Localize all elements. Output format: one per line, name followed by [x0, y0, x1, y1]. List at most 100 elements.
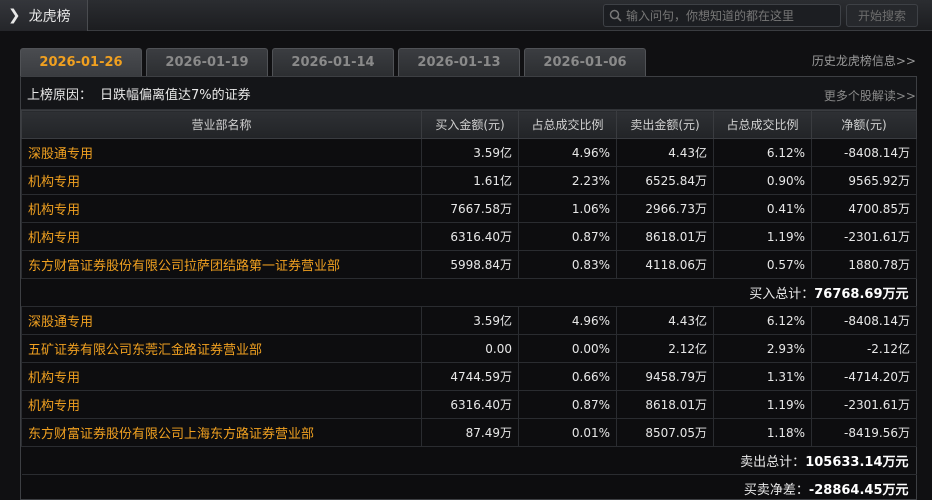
branch-name[interactable]: 深股通专用: [21, 306, 422, 335]
cell: 6525.84万: [616, 166, 714, 195]
cell: 3.59亿: [421, 306, 519, 335]
cell: 0.87%: [518, 390, 617, 419]
cell: 1880.78万: [811, 250, 917, 279]
branch-name[interactable]: 机构专用: [21, 390, 422, 419]
cell: -8419.56万: [811, 418, 917, 447]
cell: 1.19%: [713, 222, 812, 251]
cell: 8507.05万: [616, 418, 714, 447]
cell: -8408.14万: [811, 138, 917, 167]
chevron-right-icon: ❯: [8, 6, 21, 24]
cell: 4118.06万: [616, 250, 714, 279]
search-icon: [604, 5, 626, 26]
cell: 0.00%: [518, 334, 617, 363]
reason-label: 上榜原因：: [27, 87, 93, 103]
tab-date-4[interactable]: 2026-01-06: [524, 48, 646, 76]
search-box: [603, 4, 841, 27]
branch-name[interactable]: 东方财富证券股份有限公司上海东方路证券营业部: [21, 418, 422, 447]
col-header: 净额(元): [811, 110, 917, 139]
table-row: 机构专用 6316.40万 0.87% 8618.01万 1.19% -2301…: [21, 222, 917, 251]
buy-total: 买入总计：76768.69万元: [21, 278, 917, 307]
cell: 8618.01万: [616, 222, 714, 251]
net-total-row: 买卖净差：-28864.45万元: [21, 474, 917, 500]
cell: 2.12亿: [616, 334, 714, 363]
cell: 6316.40万: [421, 222, 519, 251]
cell: -2301.61万: [811, 390, 917, 419]
title-tab[interactable]: ❯ 龙虎榜: [0, 0, 88, 31]
more-analysis-link[interactable]: 更多个股解读>>: [824, 87, 916, 104]
top-bar: ❯ 龙虎榜 开始搜索: [0, 0, 932, 31]
branch-name[interactable]: 机构专用: [21, 362, 422, 391]
branch-name[interactable]: 东方财富证券股份有限公司拉萨团结路第一证券营业部: [21, 250, 422, 279]
cell: 9565.92万: [811, 166, 917, 195]
net-total-label: 买卖净差：: [743, 483, 809, 498]
cell: 2966.73万: [616, 194, 714, 223]
table-row: 机构专用 6316.40万 0.87% 8618.01万 1.19% -2301…: [21, 390, 917, 419]
tab-date-0[interactable]: 2026-01-26: [20, 48, 142, 76]
table-row: 机构专用 1.61亿 2.23% 6525.84万 0.90% 9565.92万: [21, 166, 917, 195]
col-header: 营业部名称: [21, 110, 422, 139]
cell: 1.06%: [518, 194, 617, 223]
branch-name[interactable]: 机构专用: [21, 194, 422, 223]
search-button[interactable]: 开始搜索: [846, 4, 918, 27]
page-title: 龙虎榜: [28, 8, 71, 25]
cell: 1.31%: [713, 362, 812, 391]
cell: 4.96%: [518, 306, 617, 335]
search-input[interactable]: [626, 8, 836, 23]
branch-name[interactable]: 五矿证券有限公司东莞汇金路证券营业部: [21, 334, 422, 363]
net-total: 买卖净差：-28864.45万元: [21, 474, 917, 500]
cell: 0.01%: [518, 418, 617, 447]
tab-date-3[interactable]: 2026-01-13: [398, 48, 520, 76]
history-link[interactable]: 历史龙虎榜信息>>: [812, 52, 916, 69]
cell: 1.18%: [713, 418, 812, 447]
col-header: 买入金额(元): [421, 110, 519, 139]
buy-total-value: 76768.69万元: [814, 287, 909, 302]
table-row: 五矿证券有限公司东莞汇金路证券营业部 0.00 0.00% 2.12亿 2.93…: [21, 334, 917, 363]
col-header: 占总成交比例: [518, 110, 617, 139]
rank-table: 营业部名称 买入金额(元) 占总成交比例 卖出金额(元) 占总成交比例 净额(元…: [21, 110, 917, 500]
buy-total-label: 买入总计：: [749, 287, 815, 302]
sell-total-value: 105633.14万元: [805, 455, 909, 470]
cell: 6316.40万: [421, 390, 519, 419]
col-header: 卖出金额(元): [616, 110, 714, 139]
branch-name[interactable]: 机构专用: [21, 166, 422, 195]
cell: 4.43亿: [616, 306, 714, 335]
col-header: 占总成交比例: [713, 110, 812, 139]
cell: -8408.14万: [811, 306, 917, 335]
cell: 2.93%: [713, 334, 812, 363]
cell: 4.43亿: [616, 138, 714, 167]
table-row: 东方财富证券股份有限公司上海东方路证券营业部 87.49万 0.01% 8507…: [21, 418, 917, 447]
net-total-value: -28864.45万元: [808, 483, 909, 498]
table-header: 营业部名称 买入金额(元) 占总成交比例 卖出金额(元) 占总成交比例 净额(元…: [21, 110, 917, 139]
table-row: 东方财富证券股份有限公司拉萨团结路第一证券营业部 5998.84万 0.83% …: [21, 250, 917, 279]
branch-name[interactable]: 机构专用: [21, 222, 422, 251]
cell: 1.19%: [713, 390, 812, 419]
cell: 0.83%: [518, 250, 617, 279]
cell: 0.66%: [518, 362, 617, 391]
buy-total-row: 买入总计：76768.69万元: [21, 278, 917, 307]
cell: 5998.84万: [421, 250, 519, 279]
cell: 4.96%: [518, 138, 617, 167]
cell: 2.23%: [518, 166, 617, 195]
sell-total-row: 卖出总计：105633.14万元: [21, 446, 917, 475]
cell: 87.49万: [421, 418, 519, 447]
cell: 1.61亿: [421, 166, 519, 195]
tab-date-1[interactable]: 2026-01-19: [146, 48, 268, 76]
cell: 4744.59万: [421, 362, 519, 391]
cell: -2301.61万: [811, 222, 917, 251]
cell: 4700.85万: [811, 194, 917, 223]
cell: 6.12%: [713, 306, 812, 335]
reason-value: 日跌幅偏离值达7%的证券: [100, 87, 251, 103]
cell: 9458.79万: [616, 362, 714, 391]
cell: 0.90%: [713, 166, 812, 195]
branch-name[interactable]: 深股通专用: [21, 138, 422, 167]
cell: -2.12亿: [811, 334, 917, 363]
reason-bar: 上榜原因： 日跌幅偏离值达7%的证券 更多个股解读>>: [21, 77, 916, 110]
cell: 0.41%: [713, 194, 812, 223]
tab-date-2[interactable]: 2026-01-14: [272, 48, 394, 76]
cell: 7667.58万: [421, 194, 519, 223]
table-row: 机构专用 7667.58万 1.06% 2966.73万 0.41% 4700.…: [21, 194, 917, 223]
cell: 0.00: [421, 334, 519, 363]
cell: 0.87%: [518, 222, 617, 251]
cell: 3.59亿: [421, 138, 519, 167]
cell: 0.57%: [713, 250, 812, 279]
